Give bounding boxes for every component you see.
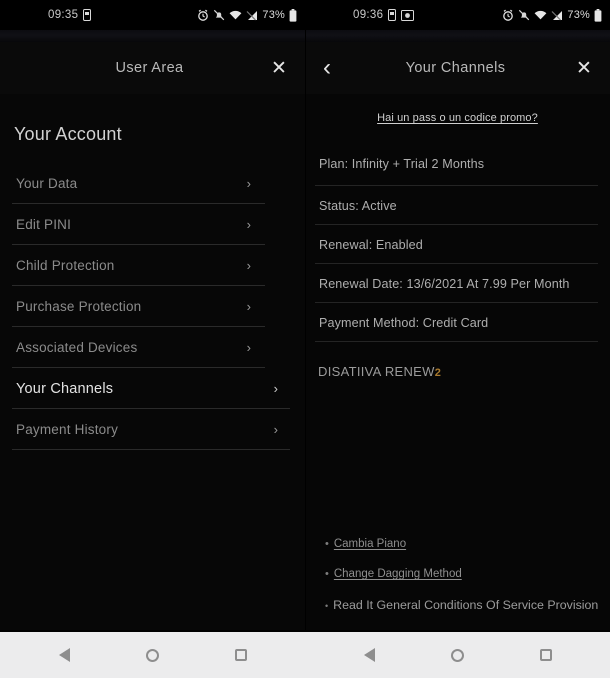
menu-item-label: Your Channels bbox=[16, 380, 114, 397]
deactivate-renewal-label: DISATIIVA RENEW bbox=[318, 364, 435, 379]
battery-percent: 73% bbox=[262, 9, 285, 21]
nav-bar-left bbox=[0, 630, 305, 678]
system-nav-bars bbox=[0, 630, 610, 678]
notification-shade-band-left bbox=[0, 30, 305, 42]
status-bar-right: 09:36 73% bbox=[305, 0, 610, 30]
sidebar-item-your-data[interactable]: Your Data › bbox=[0, 163, 265, 204]
appbar-left-spacer bbox=[0, 46, 40, 90]
sidebar-item-edit-pin[interactable]: Edit PINI › bbox=[0, 204, 265, 245]
page-title: Your Channels bbox=[405, 60, 506, 76]
battery-percent: 73% bbox=[567, 9, 590, 21]
notifications-muted-icon bbox=[518, 9, 530, 21]
chevron-right-icon: › bbox=[246, 217, 251, 232]
status-bar-right-cluster: 73% bbox=[502, 8, 602, 22]
sidebar-item-your-channels[interactable]: Your Channels › bbox=[0, 368, 290, 409]
back-triangle-icon[interactable] bbox=[50, 640, 80, 670]
menu-item-label: Payment History bbox=[16, 422, 119, 437]
detail-text: Status: Active bbox=[319, 198, 397, 213]
detail-row-plan: Plan: Infinity + Trial 2 Months bbox=[315, 142, 598, 186]
recents-square-icon[interactable] bbox=[226, 640, 256, 670]
action-links-list: • Cambia Piano • Change Dagging Method •… bbox=[305, 538, 610, 628]
menu-item-label: Child Protection bbox=[16, 258, 115, 273]
list-item[interactable]: • Read It General Conditions Of Service … bbox=[325, 598, 610, 628]
bullet-icon: • bbox=[325, 568, 329, 580]
section-heading: Your Account bbox=[14, 124, 122, 144]
dual-pane-container: 09:35 73% User Area ✕ Your Account Your … bbox=[0, 0, 610, 630]
detail-row-payment-method: Payment Method: Credit Card bbox=[315, 303, 598, 342]
menu-item-label: Associated Devices bbox=[16, 340, 138, 355]
battery-icon bbox=[594, 8, 602, 22]
close-icon[interactable]: ✕ bbox=[564, 46, 604, 90]
menu-item-label: Purchase Protection bbox=[16, 299, 142, 314]
back-triangle-icon[interactable] bbox=[355, 640, 385, 670]
pane-divider bbox=[305, 0, 306, 630]
home-circle-icon[interactable] bbox=[138, 640, 168, 670]
menu-item-label: Your Data bbox=[16, 176, 78, 191]
change-plan-link[interactable]: Cambia Piano bbox=[334, 538, 406, 550]
subscription-details-list: Plan: Infinity + Trial 2 Months Status: … bbox=[305, 142, 610, 342]
sidebar-item-purchase-protection[interactable]: Purchase Protection › bbox=[0, 286, 265, 327]
nav-bar-right bbox=[305, 630, 610, 678]
signal-icon bbox=[551, 10, 563, 21]
detail-row-renewal: Renewal: Enabled bbox=[315, 225, 598, 264]
signal-icon bbox=[246, 10, 258, 21]
account-menu-list: Your Data › Edit PINI › Child Protection… bbox=[0, 153, 305, 450]
terms-of-service-link[interactable]: Read It General Conditions Of Service Pr… bbox=[333, 598, 598, 612]
sim-card-icon bbox=[83, 9, 92, 21]
deactivate-renewal-superscript: 2 bbox=[434, 367, 441, 379]
sidebar-item-payment-history[interactable]: Payment History › bbox=[0, 409, 290, 450]
left-screenshot-pane: 09:35 73% User Area ✕ Your Account Your … bbox=[0, 0, 305, 630]
bullet-icon: • bbox=[325, 538, 329, 550]
wifi-icon bbox=[229, 10, 242, 21]
screenshot-icon bbox=[401, 9, 415, 21]
left-app-bar: User Area ✕ bbox=[0, 42, 305, 94]
status-time: 09:35 bbox=[48, 9, 79, 21]
detail-text: Plan: Infinity + Trial 2 Months bbox=[319, 157, 485, 171]
row-divider bbox=[12, 449, 290, 450]
right-screenshot-pane: 09:36 73% ‹ Your Channels ✕ Hai un pass … bbox=[305, 0, 610, 630]
close-icon[interactable]: ✕ bbox=[259, 46, 299, 90]
detail-text: Renewal: Enabled bbox=[319, 237, 423, 252]
page-title: User Area bbox=[115, 60, 184, 76]
wifi-icon bbox=[534, 10, 547, 21]
detail-row-status: Status: Active bbox=[315, 186, 598, 225]
notification-shade-band-right bbox=[305, 30, 610, 42]
menu-item-label: Edit PINI bbox=[16, 217, 72, 232]
chevron-right-icon: › bbox=[273, 381, 278, 396]
notifications-muted-icon bbox=[213, 9, 225, 21]
chevron-right-icon: › bbox=[246, 340, 251, 355]
row-divider bbox=[315, 341, 598, 342]
screen: 09:35 73% User Area ✕ Your Account Your … bbox=[0, 0, 610, 678]
chevron-right-icon: › bbox=[246, 258, 251, 273]
promo-link-container: Hai un pass o un codice promo? bbox=[305, 94, 610, 142]
change-payment-method-link[interactable]: Change Dagging Method bbox=[334, 568, 462, 580]
promo-code-link[interactable]: Hai un pass o un codice promo? bbox=[377, 112, 538, 124]
status-time: 09:36 bbox=[353, 9, 384, 21]
sidebar-item-associated-devices[interactable]: Associated Devices › bbox=[0, 327, 265, 368]
chevron-right-icon: › bbox=[246, 176, 251, 191]
chevron-left-icon[interactable]: ‹ bbox=[307, 46, 347, 90]
recents-square-icon[interactable] bbox=[531, 640, 561, 670]
detail-text: Payment Method: Credit Card bbox=[319, 315, 489, 330]
sidebar-item-child-protection[interactable]: Child Protection › bbox=[0, 245, 265, 286]
list-item[interactable]: • Change Dagging Method bbox=[325, 568, 610, 598]
chevron-right-icon: › bbox=[246, 299, 251, 314]
detail-text: Renewal Date: 13/6/2021 At 7.99 Per Mont… bbox=[319, 276, 570, 291]
deactivate-renewal-button[interactable]: DISATIIVA RENEW 2 bbox=[305, 342, 610, 379]
sim-card-icon bbox=[388, 9, 397, 21]
alarm-icon bbox=[197, 9, 209, 21]
home-circle-icon[interactable] bbox=[443, 640, 473, 670]
right-app-bar: ‹ Your Channels ✕ bbox=[305, 42, 610, 94]
status-bar-right-cluster: 73% bbox=[197, 8, 297, 22]
battery-icon bbox=[289, 8, 297, 22]
alarm-icon bbox=[502, 9, 514, 21]
bullet-icon: • bbox=[325, 601, 329, 611]
chevron-right-icon: › bbox=[273, 422, 278, 437]
list-item[interactable]: • Cambia Piano bbox=[325, 538, 610, 568]
status-bar-left: 09:35 73% bbox=[0, 0, 305, 30]
detail-row-renewal-date: Renewal Date: 13/6/2021 At 7.99 Per Mont… bbox=[315, 264, 598, 303]
